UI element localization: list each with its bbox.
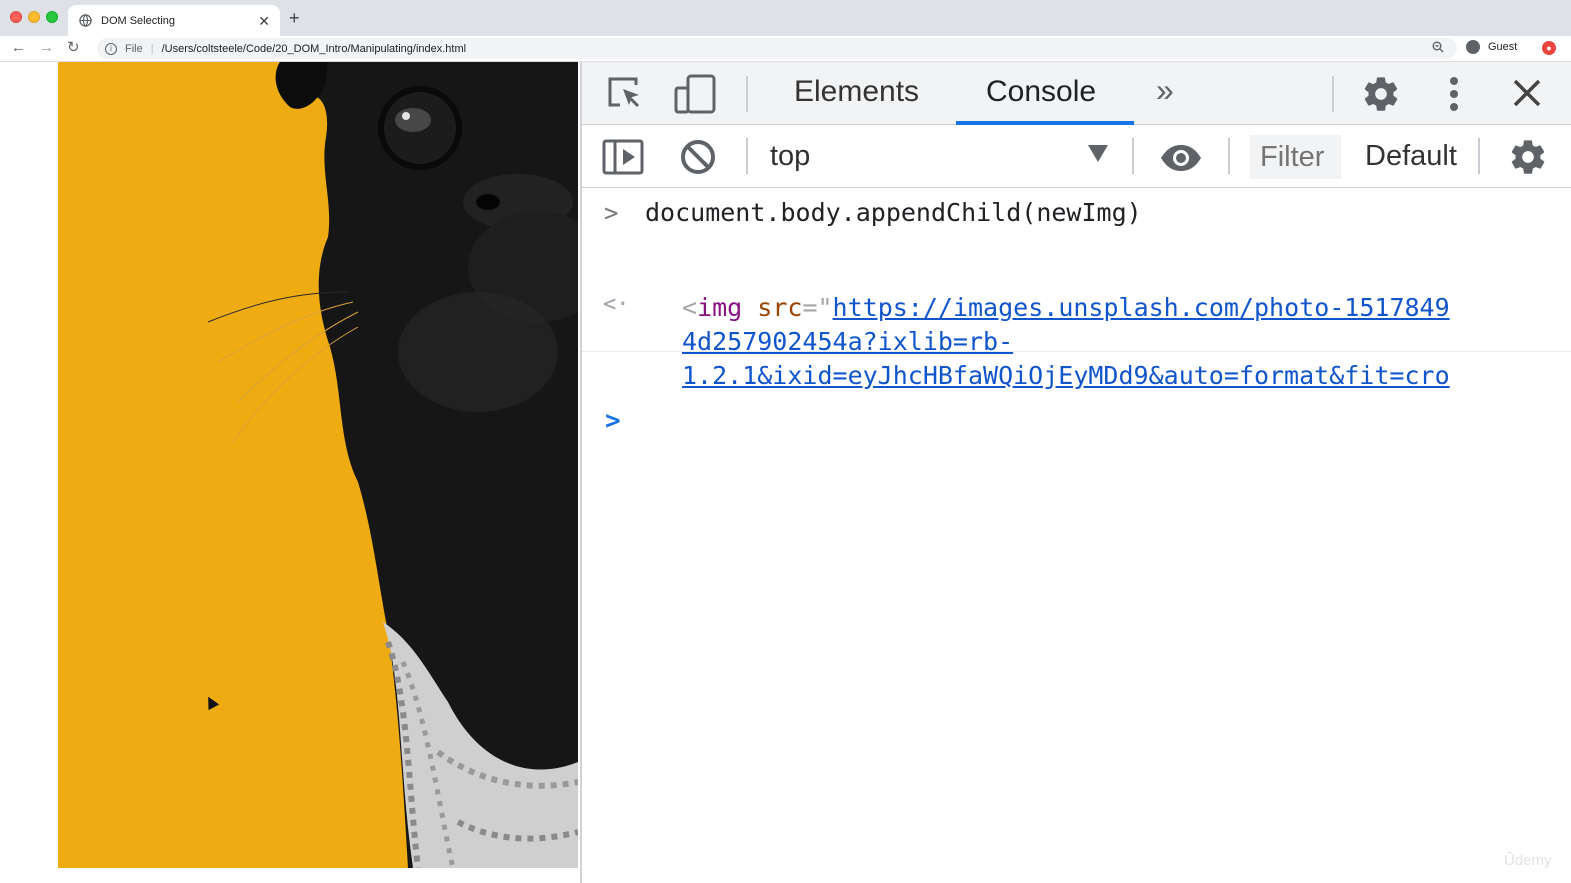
- inspect-element-icon[interactable]: [606, 75, 646, 118]
- close-window-button[interactable]: [10, 11, 22, 23]
- forward-arrow-icon[interactable]: →: [39, 39, 54, 57]
- device-toolbar-icon[interactable]: [674, 74, 718, 119]
- udemy-watermark: Ûdemy: [1504, 852, 1552, 869]
- toolbar-divider: [1228, 138, 1230, 174]
- attr-name: src: [757, 293, 803, 322]
- minimize-window-button[interactable]: [28, 11, 40, 23]
- result-line-1: <img src="https://images.unsplash.com/ph…: [682, 291, 1450, 325]
- input-chevron-icon: >: [604, 199, 619, 227]
- globe-icon: [78, 13, 92, 28]
- tab-console[interactable]: Console: [986, 74, 1096, 110]
- filter-input[interactable]: Filter: [1250, 135, 1341, 179]
- return-arrow-icon: <·: [603, 292, 630, 317]
- url-scheme: File: [125, 42, 143, 55]
- tab-elements[interactable]: Elements: [794, 74, 919, 110]
- result-line-3: 1.2.1&ixid=eyJhcHBfaWQiOjEyMDd9&auto=for…: [682, 359, 1450, 393]
- toolbar-divider: [746, 138, 748, 174]
- profile-button[interactable]: Guest: [1466, 40, 1517, 54]
- reload-icon[interactable]: ↻: [67, 39, 80, 57]
- console-result-message: <· <img src="https://images.unsplash.com…: [582, 237, 1571, 390]
- tabbar-divider: [1332, 76, 1334, 112]
- image-url-link[interactable]: 1.2.1&ixid=eyJhcHBfaWQiOjEyMDd9&auto=for…: [682, 361, 1450, 390]
- address-bar[interactable]: i File | /Users/coltsteele/Code/20_DOM_I…: [97, 38, 1457, 59]
- console-prompt[interactable]: >: [582, 396, 1571, 446]
- browser-titlebar: DOM Selecting ✕ +: [0, 0, 1571, 36]
- live-expression-eye-icon[interactable]: [1159, 144, 1203, 177]
- console-command[interactable]: document.body.appendChild(newImg): [645, 198, 1142, 227]
- kebab-menu-icon[interactable]: [1448, 76, 1460, 117]
- console-toolbar: top Filter Default levels: [582, 126, 1571, 188]
- extension-icon[interactable]: ●: [1542, 41, 1556, 55]
- result-line-2: 4d257902454a?ixlib=rb-: [682, 325, 1013, 359]
- tag-name: img: [697, 293, 743, 322]
- toolbar-divider: [1132, 138, 1134, 174]
- close-tab-icon[interactable]: ✕: [258, 14, 270, 28]
- url-separator: |: [150, 42, 154, 55]
- back-arrow-icon[interactable]: ←: [11, 39, 26, 57]
- new-tab-button[interactable]: +: [289, 9, 300, 27]
- sidebar-toggle-icon[interactable]: [602, 139, 644, 180]
- browser-tab[interactable]: DOM Selecting ✕: [68, 5, 280, 36]
- console-input-message: > document.body.appendChild(newImg): [582, 189, 1571, 237]
- image-url-link[interactable]: https://images.unsplash.com/photo-151784…: [833, 293, 1450, 322]
- maximize-window-button[interactable]: [46, 11, 58, 23]
- zoom-icon[interactable]: [1432, 41, 1444, 56]
- page-viewport: [0, 62, 580, 883]
- console-output: > document.body.appendChild(newImg) <· <…: [582, 189, 1571, 446]
- close-devtools-icon[interactable]: [1512, 78, 1542, 113]
- devtools-tabbar: Elements Console »: [582, 62, 1571, 125]
- settings-gear-icon[interactable]: [1361, 74, 1401, 119]
- context-selector[interactable]: top: [770, 138, 810, 174]
- pug-image: [58, 62, 578, 868]
- tag-bracket: <: [682, 293, 698, 322]
- console-settings-icon[interactable]: [1508, 137, 1548, 182]
- tab-title: DOM Selecting: [101, 14, 175, 27]
- profile-name: Guest: [1488, 41, 1518, 53]
- prompt-chevron-icon: >: [605, 406, 621, 436]
- active-tab-indicator: [956, 121, 1134, 125]
- log-levels-dropdown[interactable]: Default levels: [1365, 138, 1459, 174]
- clear-console-icon[interactable]: [680, 139, 716, 180]
- attr-eq: =": [802, 293, 833, 322]
- browser-toolbar: ← → ↻ i File | /Users/coltsteele/Code/20…: [0, 36, 1571, 62]
- tabbar-divider: [746, 76, 748, 112]
- devtools-panel: Elements Console » top Filter Default le: [580, 62, 1571, 883]
- image-url-link[interactable]: 4d257902454a?ixlib=rb-: [682, 327, 1013, 356]
- avatar-icon: [1466, 40, 1480, 54]
- info-icon[interactable]: i: [105, 42, 117, 55]
- more-tabs-icon[interactable]: »: [1156, 72, 1174, 108]
- dropdown-arrow-icon[interactable]: [1088, 145, 1108, 162]
- toolbar-divider: [1478, 138, 1480, 174]
- url-text: /Users/coltsteele/Code/20_DOM_Intro/Mani…: [161, 42, 467, 55]
